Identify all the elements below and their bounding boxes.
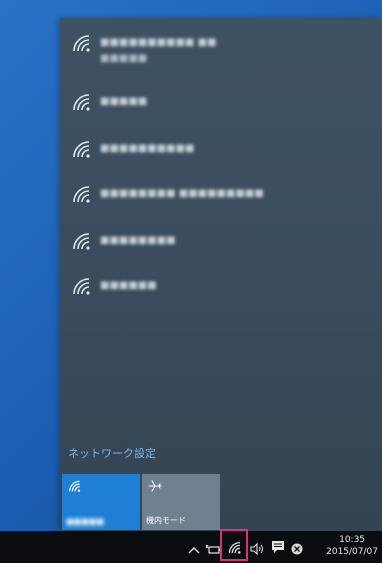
network-detail: ■■■■■ — [100, 53, 148, 64]
wifi-signal-icon — [73, 186, 90, 203]
wifi-signal-icon — [73, 233, 90, 250]
system-clock[interactable]: 10:35 2015/07/07 — [326, 534, 378, 558]
battery-plug-icon[interactable] — [205, 541, 221, 560]
network-name: ■■■■■■ — [100, 280, 157, 291]
network-settings-link[interactable]: ネットワーク設定 — [68, 445, 156, 461]
network-flyout: ■■■■■■■■■■ ■■ ■■■■■ ■■■■■ ■■■■■■■■■■ ■■■… — [60, 18, 382, 531]
airplane-icon — [148, 480, 162, 492]
wifi-icon — [69, 480, 81, 492]
wifi-signal-icon — [73, 35, 90, 52]
wifi-signal-icon — [73, 278, 90, 295]
network-item[interactable]: ■■■■■■■■ — [60, 232, 382, 276]
volume-icon[interactable] — [250, 540, 266, 559]
wifi-signal-icon — [73, 141, 90, 158]
airplane-mode-quick-action[interactable]: 機内モード — [142, 474, 220, 530]
wifi-quick-action-label: ■■■■■ — [66, 517, 104, 526]
network-name: ■■■■■■■■■■ — [100, 143, 195, 154]
network-item[interactable]: ■■■■■ — [60, 93, 382, 137]
network-item[interactable]: ■■■■■■■■■■ ■■ ■■■■■ — [60, 34, 382, 78]
wifi-quick-action[interactable]: ■■■■■ — [62, 474, 140, 530]
network-name: ■■■■■ — [100, 96, 148, 107]
close-circle-icon[interactable] — [291, 540, 303, 559]
airplane-mode-label: 機内モード — [146, 516, 186, 525]
network-name: ■■■■■■■■ ■■■■■■■■■ — [100, 188, 264, 199]
network-item[interactable]: ■■■■■■ — [60, 277, 382, 321]
wifi-signal-icon — [73, 94, 90, 111]
wifi-icon-highlight — [220, 529, 248, 561]
network-name: ■■■■■■■■■■ ■■ — [100, 37, 217, 48]
action-center-icon[interactable] — [271, 539, 285, 558]
clock-time: 10:35 — [339, 535, 366, 545]
network-item[interactable]: ■■■■■■■■■■ — [60, 140, 382, 184]
network-name: ■■■■■■■■ — [100, 235, 176, 246]
chevron-up-icon[interactable] — [188, 540, 200, 559]
network-item[interactable]: ■■■■■■■■ ■■■■■■■■■ — [60, 185, 382, 229]
taskbar: 10:35 2015/07/07 — [0, 531, 382, 563]
clock-date: 2015/07/07 — [326, 547, 378, 557]
